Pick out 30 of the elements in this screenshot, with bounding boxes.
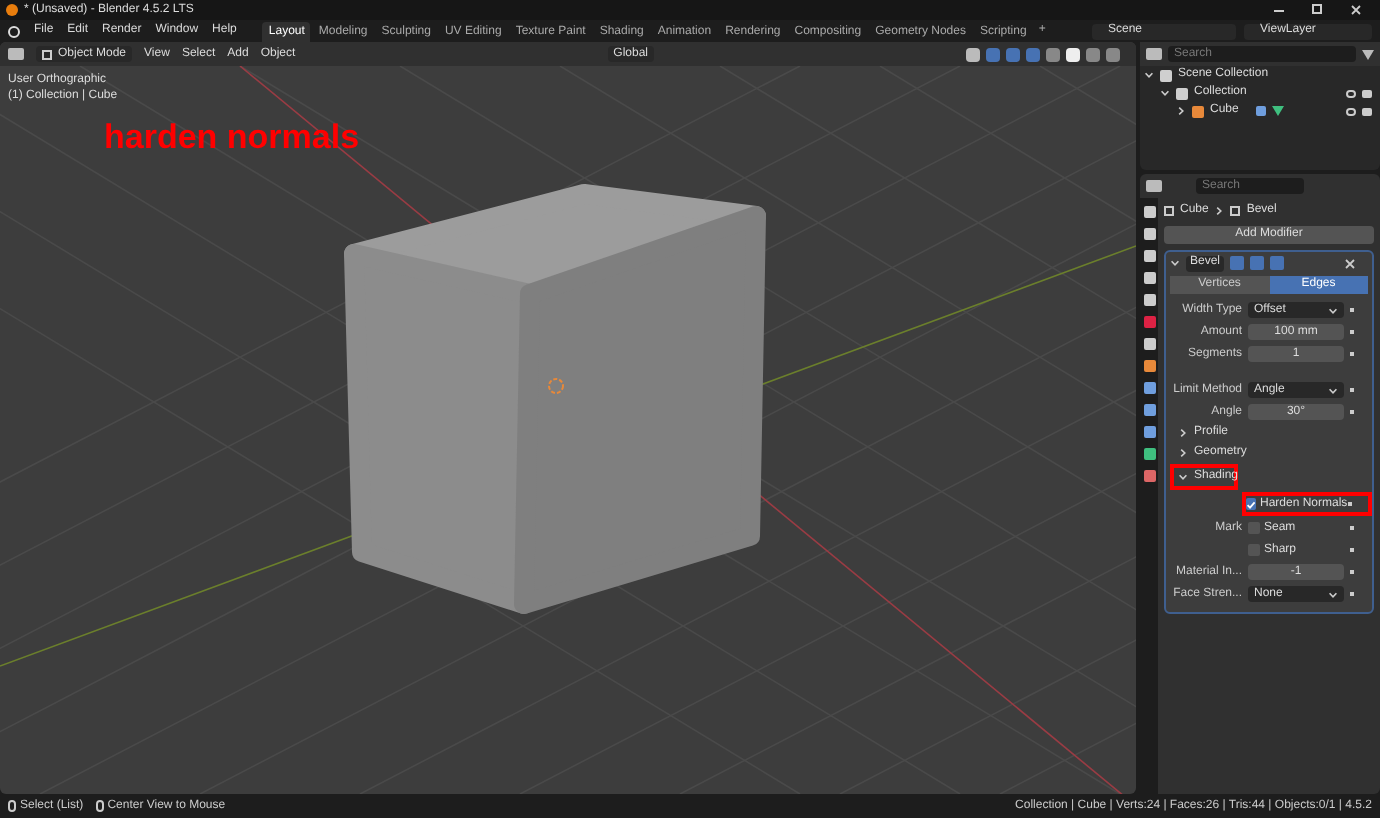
close-icon[interactable] — [1344, 257, 1356, 269]
edit-mode-toggle-icon[interactable] — [1230, 256, 1245, 270]
modifier-icon — [1230, 206, 1241, 216]
object-icon — [1164, 206, 1174, 216]
checkbox[interactable] — [1246, 498, 1256, 510]
app-logo-icon — [6, 4, 18, 16]
render-toggle-icon[interactable] — [1270, 256, 1285, 270]
disclosure-icon[interactable] — [1178, 472, 1188, 482]
disclosure-icon[interactable] — [1144, 70, 1154, 80]
mouse-icon — [8, 800, 16, 812]
maximize-icon[interactable] — [1312, 4, 1322, 14]
disclosure-icon[interactable] — [1170, 258, 1180, 268]
disclosure-icon[interactable] — [1176, 106, 1186, 116]
disclosure-icon[interactable] — [1178, 428, 1188, 438]
disclosure-icon[interactable] — [1160, 88, 1170, 98]
minimize-icon[interactable] — [1274, 9, 1284, 11]
cube-mode-icon — [42, 49, 52, 59]
annotation-text: harden normals — [104, 120, 360, 154]
caret-icon[interactable] — [1328, 305, 1338, 315]
blender-menu-icon[interactable] — [8, 25, 20, 37]
mouse-icon — [95, 800, 104, 812]
filter-icon[interactable] — [1362, 49, 1374, 59]
chevron-icon[interactable] — [1214, 206, 1225, 216]
viewport-toggle-icon[interactable] — [1250, 256, 1265, 270]
caret-icon[interactable] — [1328, 385, 1338, 395]
disclosure-icon[interactable] — [1178, 448, 1188, 458]
close-icon[interactable] — [1350, 4, 1362, 16]
caret-icon[interactable] — [1328, 589, 1338, 599]
mesh-data-icon[interactable] — [1272, 106, 1285, 116]
origin-icon — [546, 376, 566, 396]
